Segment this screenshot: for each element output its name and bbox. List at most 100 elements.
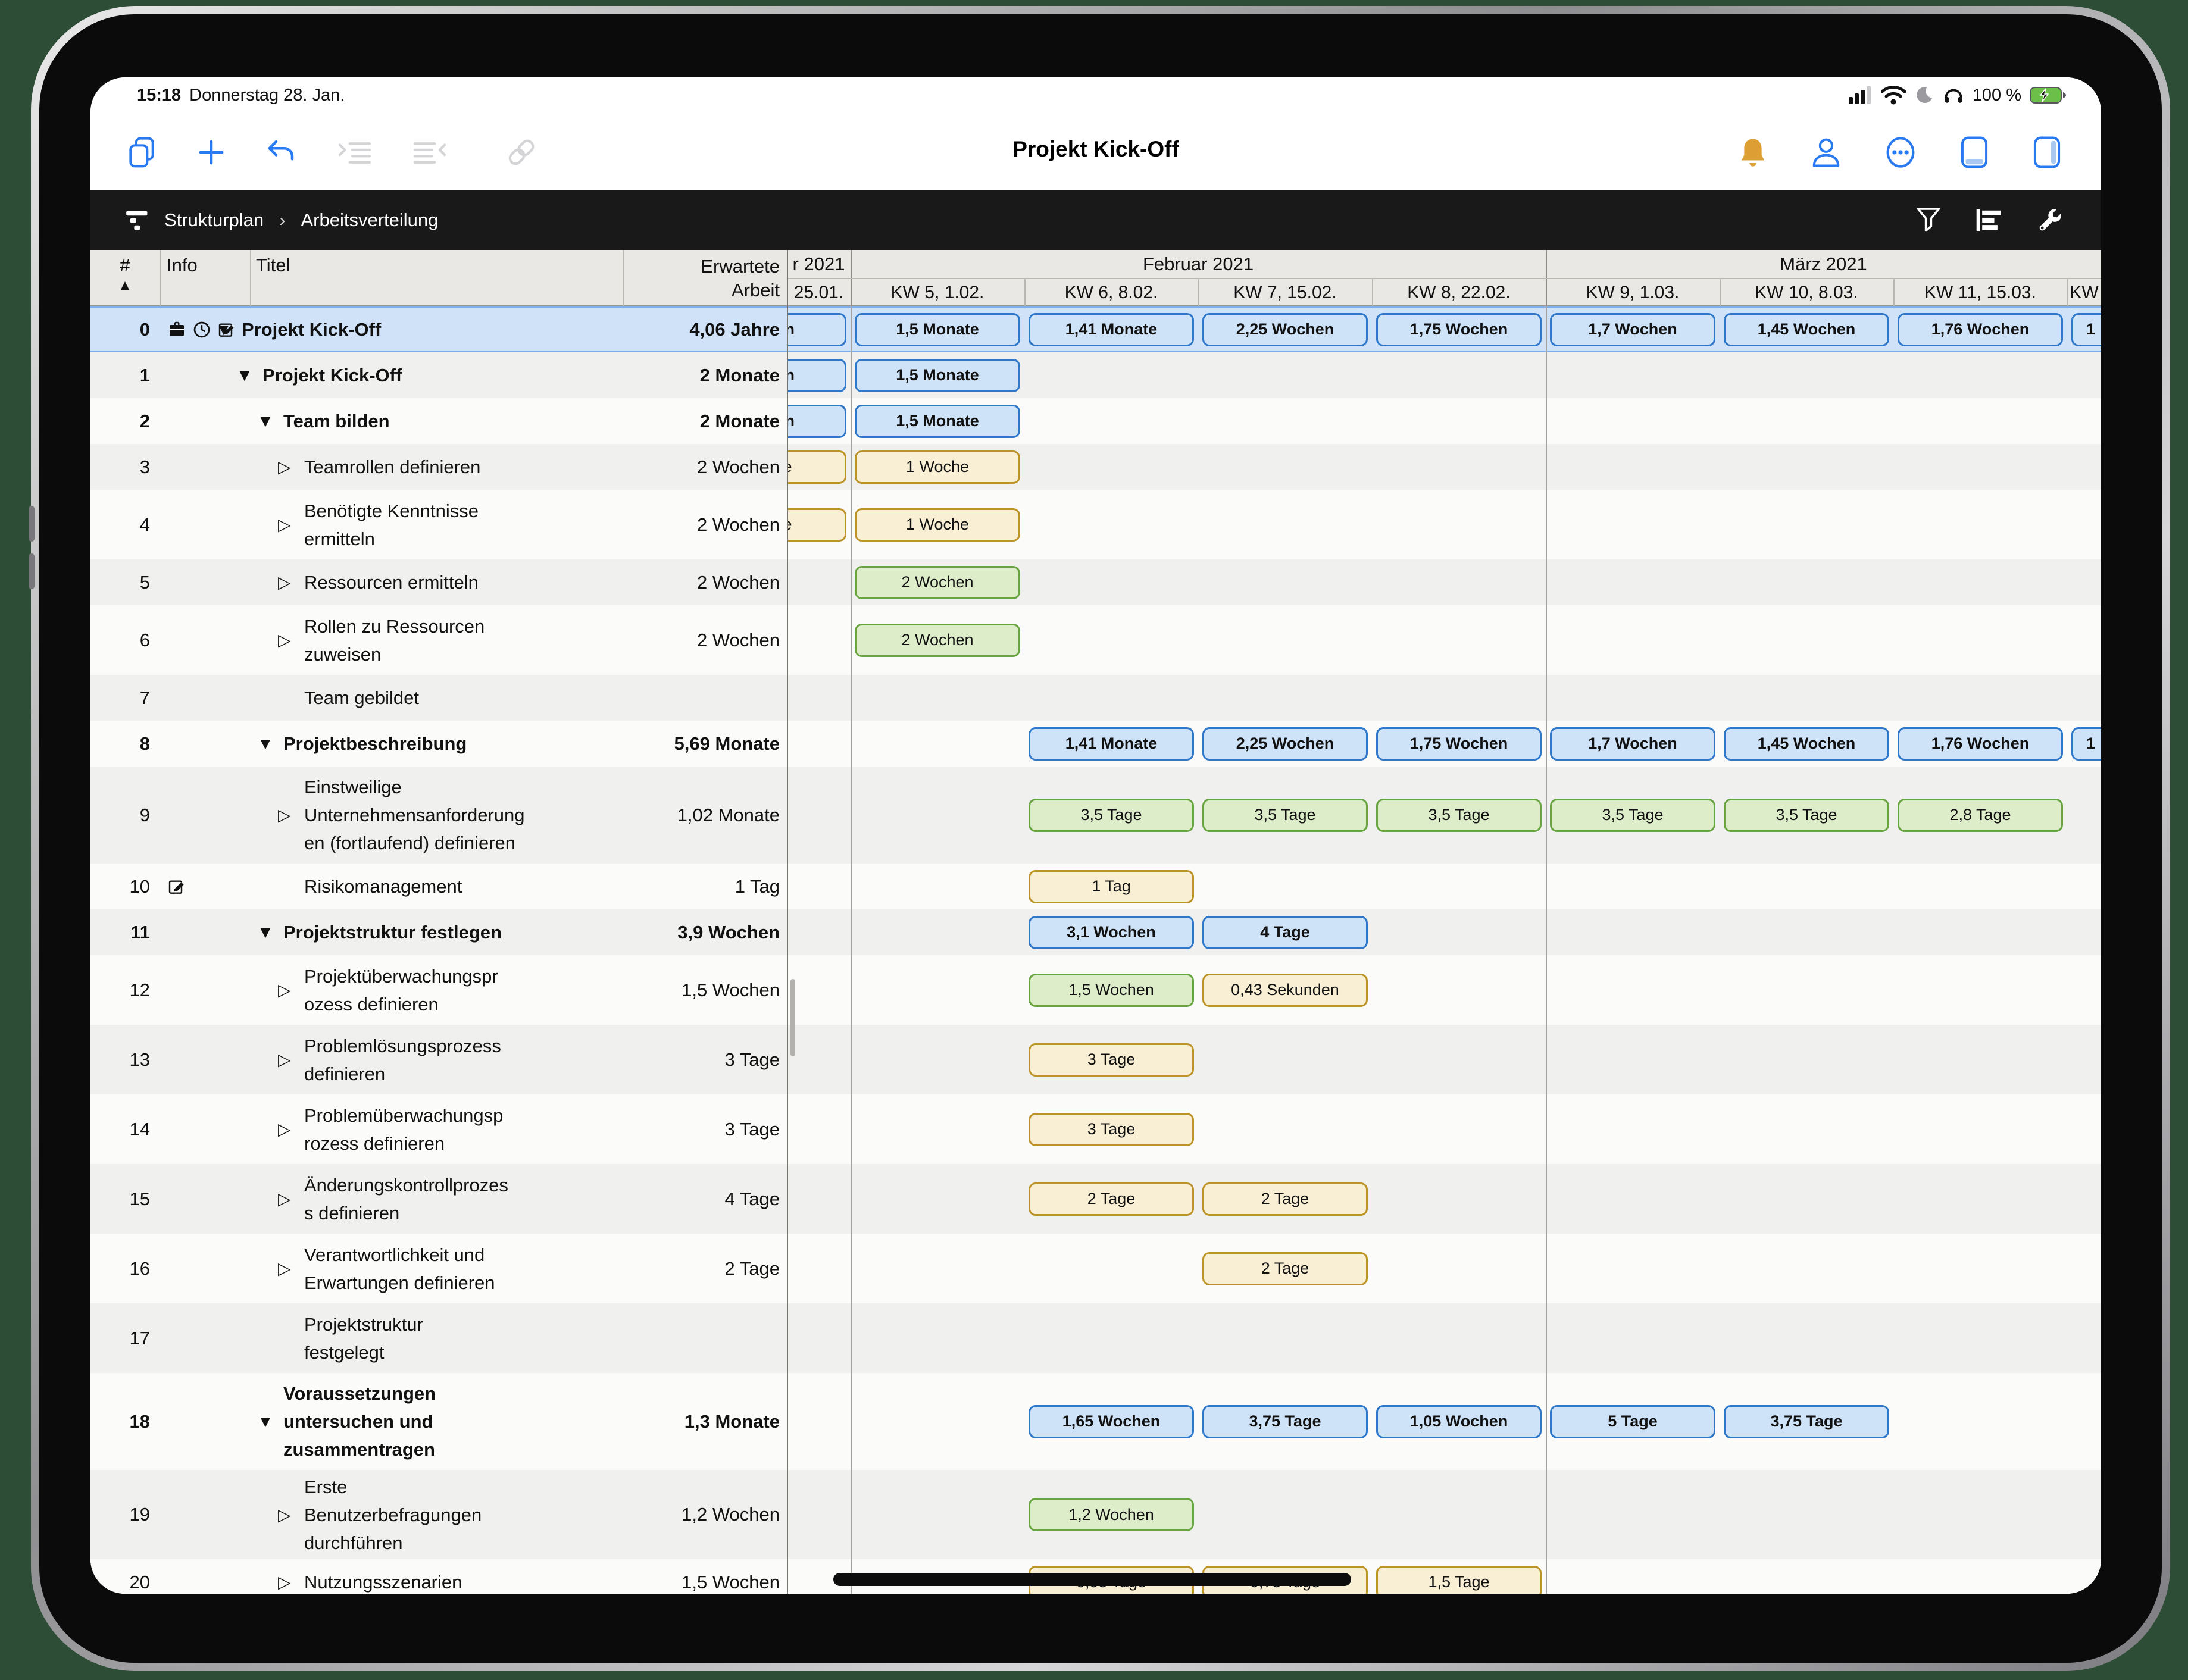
table-row[interactable]: 8▼Projektbeschreibung5,69 Monate1,41 Mon… xyxy=(90,721,2101,767)
gantt-bar[interactable]: 2 Wochen xyxy=(855,566,1020,599)
wrench-icon[interactable] xyxy=(2036,206,2063,234)
gantt-bar[interactable]: 1,05 Wochen xyxy=(1376,1405,1542,1438)
breadcrumb-current[interactable]: Arbeitsverteilung xyxy=(301,209,438,231)
table-row[interactable]: 18▼Voraussetzungenuntersuchen undzusamme… xyxy=(90,1373,2101,1470)
table-row[interactable]: 7Team gebildet xyxy=(90,675,2101,721)
gantt-bar[interactable]: 1 Woche xyxy=(855,450,1020,484)
gantt-bar[interactable]: 3,75 Tage xyxy=(1202,1405,1368,1438)
disclosure-leaf-icon[interactable]: ▷ xyxy=(278,980,304,1000)
bottom-panel-icon[interactable] xyxy=(1959,135,1989,170)
gantt-bar[interactable]: 5 Tage xyxy=(1550,1405,1715,1438)
gantt-bar[interactable]: 1,5 Monate xyxy=(855,405,1020,438)
disclosure-leaf-icon[interactable]: ▷ xyxy=(278,457,304,477)
column-header-title[interactable]: Titel xyxy=(256,255,290,311)
table-row[interactable]: 12▷Projektüberwachungsprozess definieren… xyxy=(90,955,2101,1025)
gantt-bar[interactable]: hen xyxy=(787,313,846,346)
disclosure-leaf-icon[interactable]: ▷ xyxy=(278,805,304,825)
table-row[interactable]: 14▷Problemüberwachungsprozess definieren… xyxy=(90,1094,2101,1164)
table-row[interactable]: 17Projektstrukturfestgelegt xyxy=(90,1303,2101,1373)
gantt-bar[interactable]: 2 Wochen xyxy=(855,624,1020,657)
volume-button-up[interactable] xyxy=(29,506,35,542)
gantt-bar[interactable]: 3,5 Tage xyxy=(1202,799,1368,832)
disclosure-leaf-icon[interactable]: ▷ xyxy=(278,1050,304,1069)
disclosure-expanded-icon[interactable]: ▼ xyxy=(257,412,283,431)
gantt-bar[interactable]: 1,75 Wochen xyxy=(1376,313,1542,346)
gantt-bar[interactable]: 2,8 Tage xyxy=(1898,799,2063,832)
table-scroll-indicator[interactable] xyxy=(790,979,795,1056)
table-row[interactable]: 0▼Projekt Kick-Off4,06 Jahrehen1,5 Monat… xyxy=(90,306,2101,352)
disclosure-expanded-icon[interactable]: ▼ xyxy=(215,320,242,339)
column-header-num[interactable]: # ▲ xyxy=(90,250,160,306)
gantt-bar[interactable]: 3 Tage xyxy=(1029,1043,1194,1077)
table-row[interactable]: 19▷ErsteBenutzerbefragungendurchführen1,… xyxy=(90,1470,2101,1559)
volume-button-down[interactable] xyxy=(29,553,35,589)
gantt-bar[interactable]: 1,41 Monate xyxy=(1029,313,1194,346)
disclosure-expanded-icon[interactable]: ▼ xyxy=(257,923,283,942)
gantt-bar[interactable]: hen xyxy=(787,405,846,438)
gantt-bar[interactable]: 1,5 Wochen xyxy=(1029,974,1194,1007)
gantt-bar[interactable]: 1,5 Monate xyxy=(855,359,1020,392)
disclosure-leaf-icon[interactable]: ▷ xyxy=(278,1189,304,1209)
gantt-bar[interactable]: 4 Tage xyxy=(1202,916,1368,949)
gantt-bar[interactable]: 1,5 Tage xyxy=(1376,1566,1542,1594)
gantt-bar[interactable]: 1,45 Wochen xyxy=(1724,313,1889,346)
gantt-bar[interactable]: 3,75 Tage xyxy=(1724,1405,1889,1438)
gantt-horizontal-scroll-indicator[interactable] xyxy=(833,1573,1351,1586)
disclosure-leaf-icon[interactable]: ▷ xyxy=(278,572,304,592)
table-gantt-splitter[interactable] xyxy=(787,250,788,1594)
gantt-bar[interactable]: 1 Woche xyxy=(855,508,1020,542)
table-row[interactable]: 4▷Benötigte Kenntnisseermitteln2 Wochenc… xyxy=(90,490,2101,559)
gantt-bar[interactable]: 1,7 Wochen xyxy=(1550,727,1715,761)
column-header-expected-work[interactable]: Erwartete Arbeit xyxy=(623,255,780,311)
filter-icon[interactable] xyxy=(1915,206,1942,234)
disclosure-leaf-icon[interactable]: ▷ xyxy=(278,1572,304,1592)
table-row[interactable]: 11▼Projektstruktur festlegen3,9 Wochen3,… xyxy=(90,909,2101,955)
gantt-bar[interactable]: 1,5 Monate xyxy=(855,313,1020,346)
disclosure-expanded-icon[interactable]: ▼ xyxy=(257,1412,283,1431)
gantt-bar[interactable]: che xyxy=(787,508,846,542)
table-row[interactable]: 5▷Ressourcen ermitteln2 Wochen2 Wochen xyxy=(90,559,2101,605)
table-row[interactable]: 2▼Team bilden2 Monatehen1,5 Monate xyxy=(90,398,2101,444)
disclosure-leaf-icon[interactable]: ▷ xyxy=(278,515,304,534)
person-icon[interactable] xyxy=(1811,136,1842,168)
gantt-bar[interactable]: 1 Tag xyxy=(1029,870,1194,903)
disclosure-leaf-icon[interactable]: ▷ xyxy=(278,1259,304,1278)
gantt-bar[interactable]: 1 xyxy=(2071,313,2101,346)
gantt-bar[interactable]: 1,45 Wochen xyxy=(1724,727,1889,761)
disclosure-expanded-icon[interactable]: ▼ xyxy=(257,734,283,753)
gantt-bar[interactable]: che xyxy=(787,450,846,484)
gantt-bar[interactable]: 1,76 Wochen xyxy=(1898,313,2063,346)
right-panel-icon[interactable] xyxy=(2032,135,2062,170)
gantt-bar[interactable]: 1,76 Wochen xyxy=(1898,727,2063,761)
table-row[interactable]: 13▷Problemlösungsprozessdefinieren3 Tage… xyxy=(90,1025,2101,1094)
bell-icon[interactable] xyxy=(1738,136,1768,168)
gantt-bar[interactable]: 3,5 Tage xyxy=(1724,799,1889,832)
gantt-bar[interactable]: 2 Tage xyxy=(1202,1182,1368,1216)
column-header-info[interactable]: Info xyxy=(167,255,198,311)
disclosure-leaf-icon[interactable]: ▷ xyxy=(278,1119,304,1139)
disclosure-leaf-icon[interactable]: ▷ xyxy=(278,1505,304,1525)
gantt-bar[interactable]: 3,1 Wochen xyxy=(1029,916,1194,949)
gantt-bar[interactable]: 1 xyxy=(2071,727,2101,761)
gantt-bar[interactable]: 3,5 Tage xyxy=(1550,799,1715,832)
gantt-bar[interactable]: 1,2 Wochen xyxy=(1029,1498,1194,1531)
table-row[interactable]: 16▷Verantwortlichkeit undErwartungen def… xyxy=(90,1234,2101,1303)
table-row[interactable]: 3▷Teamrollen definieren2 Wochenche1 Woch… xyxy=(90,444,2101,490)
disclosure-leaf-icon[interactable]: ▷ xyxy=(278,630,304,650)
disclosure-expanded-icon[interactable]: ▼ xyxy=(236,366,262,385)
gantt-bar[interactable]: 3,5 Tage xyxy=(1029,799,1194,832)
table-row[interactable]: 9▷EinstweiligeUnternehmensanforderungen … xyxy=(90,767,2101,864)
table-row[interactable]: 1▼Projekt Kick-Off2 Monatehen1,5 Monate xyxy=(90,352,2101,398)
gantt-bar[interactable]: 1,41 Monate xyxy=(1029,727,1194,761)
more-icon[interactable] xyxy=(1884,136,1917,168)
gantt-bar[interactable]: 2 Tage xyxy=(1202,1252,1368,1285)
gantt-bar[interactable]: 1,65 Wochen xyxy=(1029,1405,1194,1438)
gantt-bar[interactable]: 0,43 Sekunden xyxy=(1202,974,1368,1007)
gantt-bar[interactable]: 3,5 Tage xyxy=(1376,799,1542,832)
gantt-bar[interactable]: 3 Tage xyxy=(1029,1113,1194,1146)
table-row[interactable]: 15▷Änderungskontrollprozess definieren4 … xyxy=(90,1164,2101,1234)
table-row[interactable]: 10Risikomanagement1 Tag1 Tag xyxy=(90,864,2101,909)
table-row[interactable]: 6▷Rollen zu Ressourcenzuweisen2 Wochen2 … xyxy=(90,605,2101,675)
gantt-bar[interactable]: 1,7 Wochen xyxy=(1550,313,1715,346)
gantt-bar[interactable]: 2,25 Wochen xyxy=(1202,727,1368,761)
